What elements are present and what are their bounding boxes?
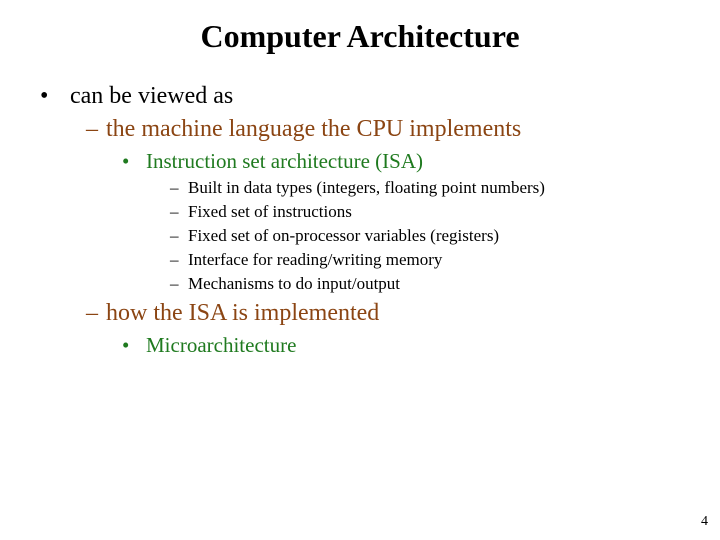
bullet-dash-icon: –	[170, 274, 188, 294]
bullet-dash-icon: –	[86, 300, 106, 327]
bullet-dash-icon: –	[170, 178, 188, 198]
bullet-level3-2: •Microarchitecture	[122, 333, 690, 358]
bullet-dash-icon: –	[86, 116, 106, 143]
isa-item-text: Mechanisms to do input/output	[188, 274, 400, 293]
isa-item-text: Fixed set of on-processor variables (reg…	[188, 226, 499, 245]
bullet-level3-1: •Instruction set architecture (ISA)	[122, 149, 690, 174]
slide-title: Computer Architecture	[30, 18, 690, 55]
sub1a-text: Instruction set architecture (ISA)	[146, 149, 423, 173]
bullet-dash-icon: –	[170, 250, 188, 270]
bullet-disc-icon: •	[122, 149, 146, 174]
isa-item: –Mechanisms to do input/output	[170, 274, 690, 294]
sub2-text: how the ISA is implemented	[106, 300, 379, 326]
isa-item-text: Fixed set of instructions	[188, 202, 352, 221]
bullet-disc-icon: •	[40, 83, 70, 110]
bullet-dash-icon: –	[170, 202, 188, 222]
sub1-text: the machine language the CPU implements	[106, 116, 521, 142]
isa-item-text: Interface for reading/writing memory	[188, 250, 442, 269]
bullet-disc-icon: •	[122, 333, 146, 358]
isa-item-text: Built in data types (integers, floating …	[188, 178, 545, 197]
bullet-dash-icon: –	[170, 226, 188, 246]
sub2a-text: Microarchitecture	[146, 333, 296, 357]
isa-item: –Built in data types (integers, floating…	[170, 178, 690, 198]
isa-item: –Fixed set of instructions	[170, 202, 690, 222]
bullet-level1: •can be viewed as	[40, 83, 690, 110]
bullet-level2-1: –the machine language the CPU implements	[86, 116, 690, 143]
page-number: 4	[701, 514, 708, 530]
bullet-level2-2: –how the ISA is implemented	[86, 300, 690, 327]
isa-item: –Interface for reading/writing memory	[170, 250, 690, 270]
bullet1-text: can be viewed as	[70, 83, 233, 109]
isa-item: –Fixed set of on-processor variables (re…	[170, 226, 690, 246]
